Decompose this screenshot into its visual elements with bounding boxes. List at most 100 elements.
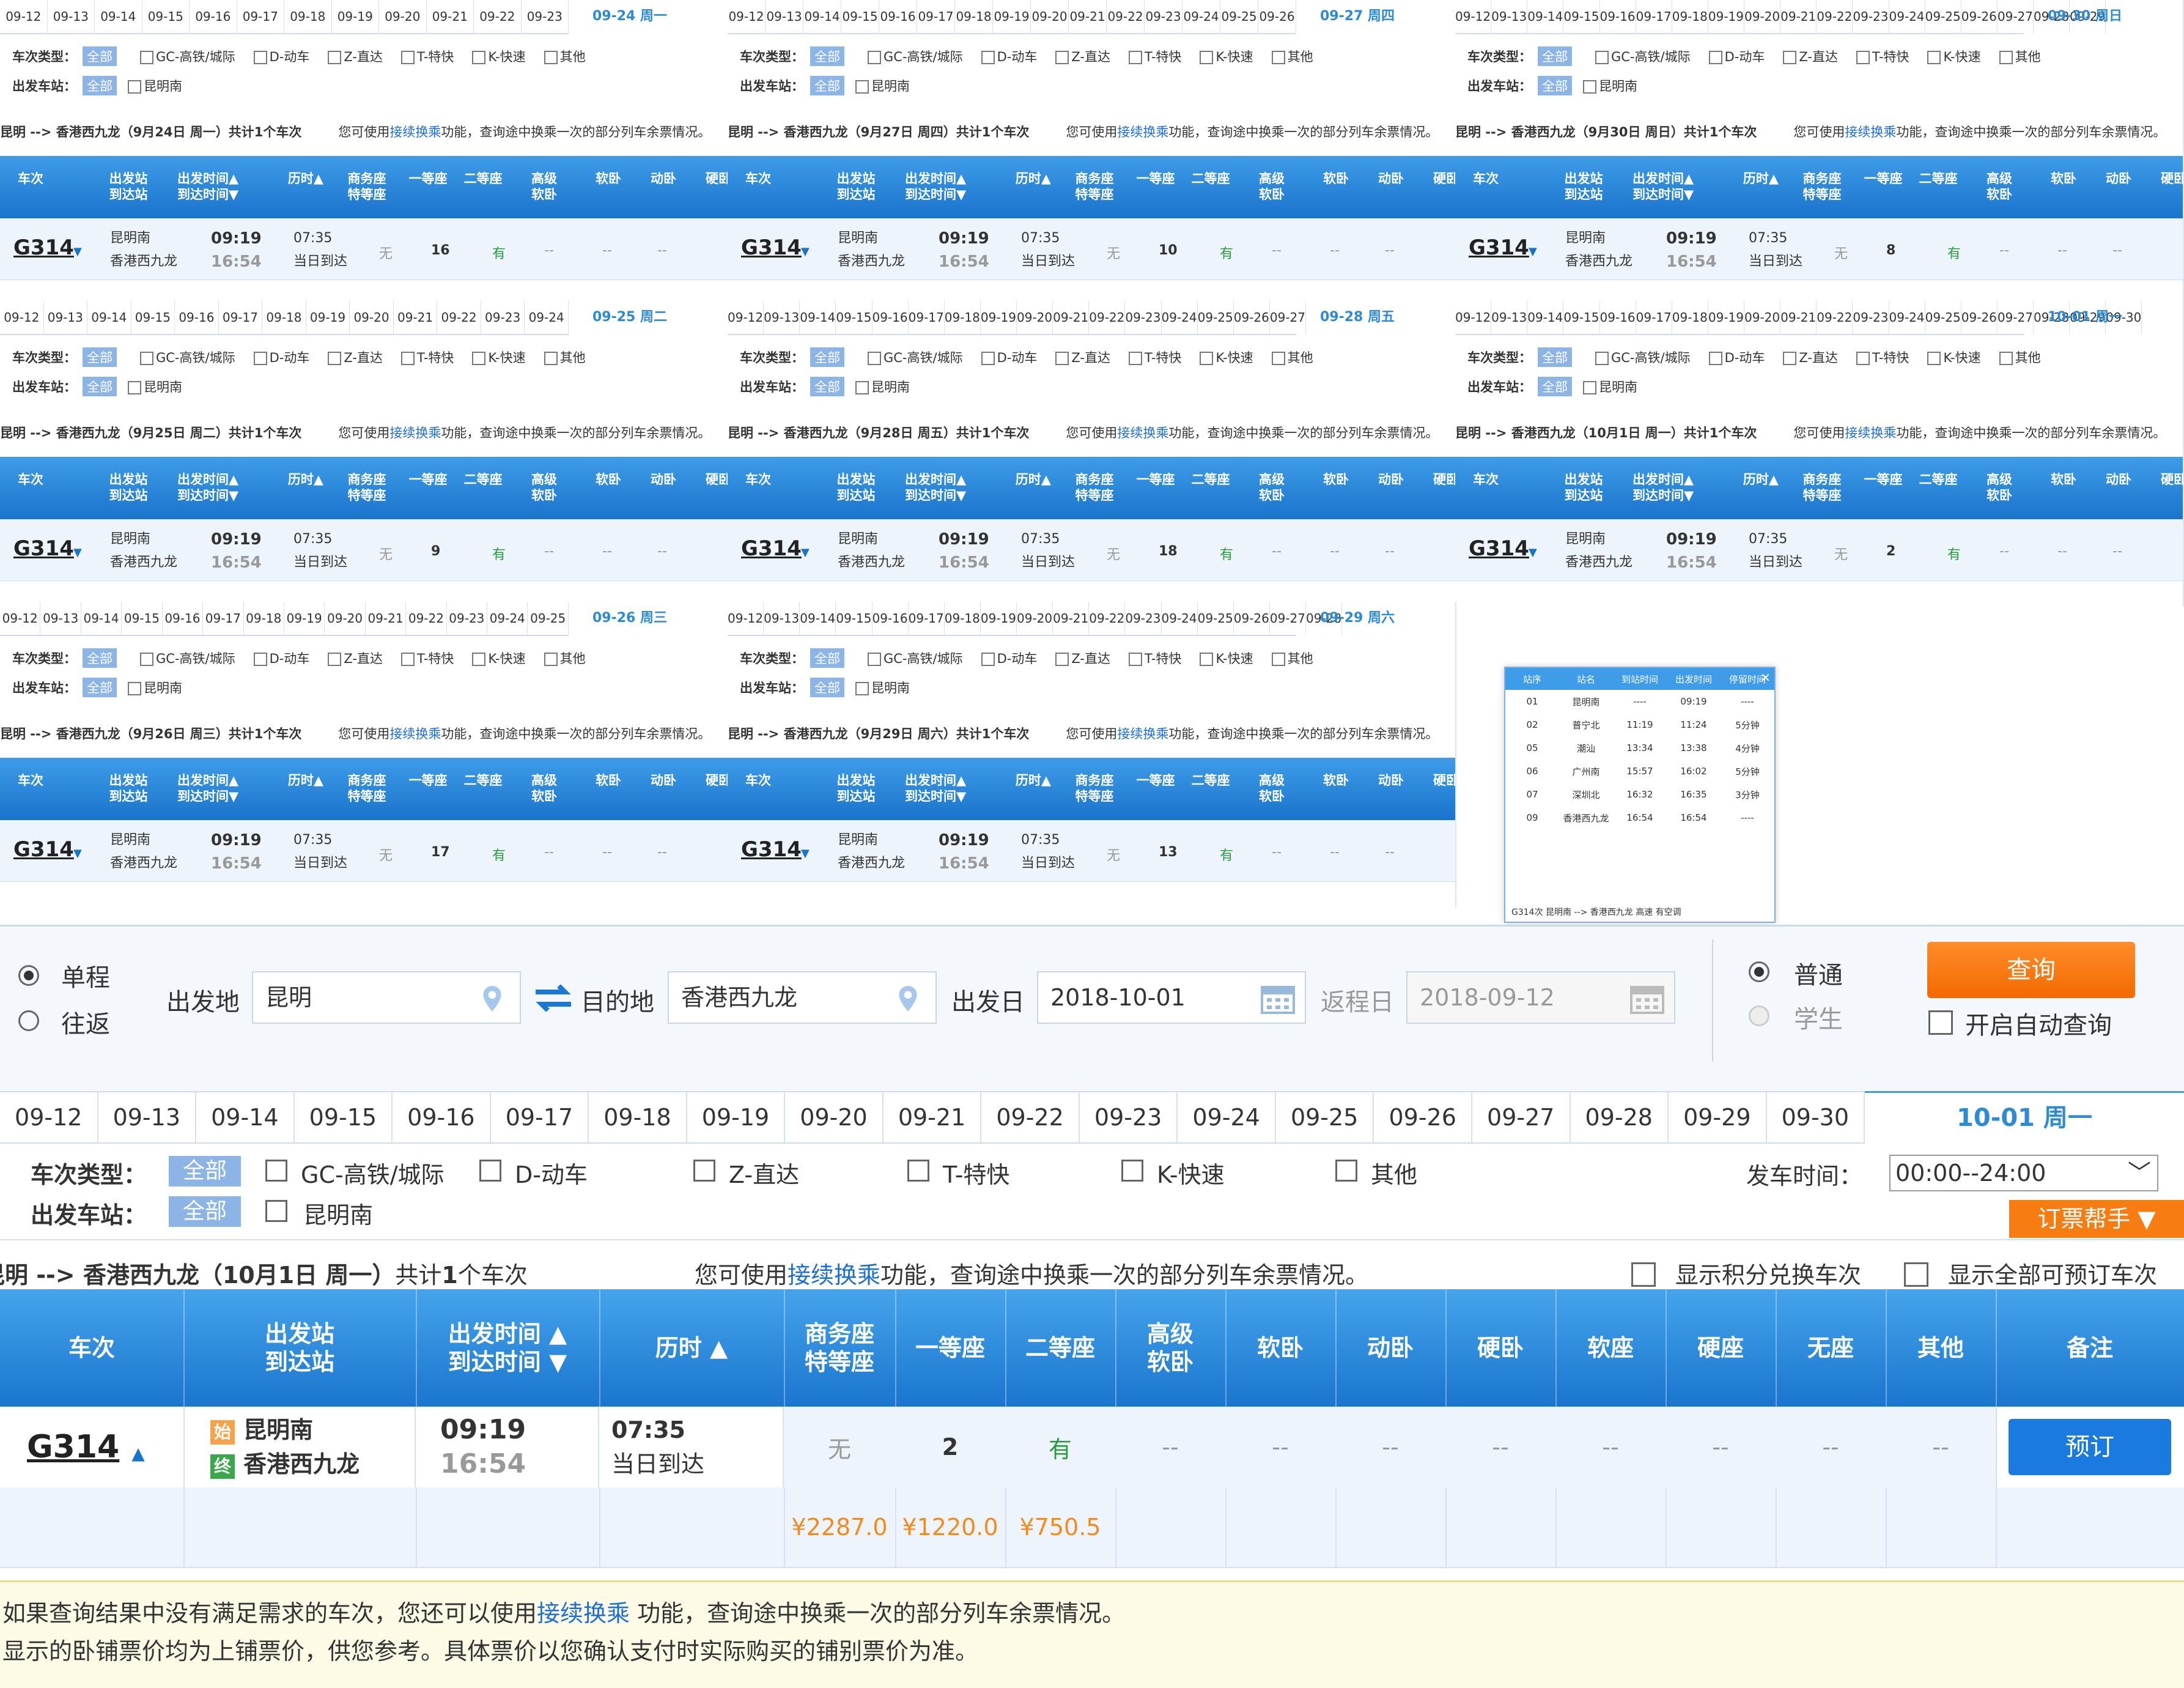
date-tab[interactable]: 09-14 [800,301,836,334]
transfer-link[interactable]: 接续换乘 [1117,426,1168,440]
date-tab-selected[interactable]: 09-28 周五 [1296,301,1418,334]
date-tab[interactable]: 09-19 [981,602,1017,635]
station-checkbox[interactable] [855,682,869,695]
date-tab[interactable]: 09-13 [764,301,800,334]
date-tab[interactable]: 09-22 [406,602,447,635]
train-type-all[interactable]: 全部 [83,347,117,367]
type-checkbox[interactable] [472,352,486,365]
date-tab[interactable]: 09-24 [1889,301,1925,334]
date-tab[interactable]: 09-27 [1472,1092,1571,1142]
date-tab[interactable]: 09-21 [1780,301,1817,334]
date-tab[interactable]: 09-26 [1961,301,1998,334]
station-checkbox[interactable] [265,1200,287,1222]
type-checkbox[interactable] [1271,653,1285,666]
type-checkbox[interactable] [140,653,153,666]
type-checkbox[interactable] [1200,51,1214,64]
type-checkbox[interactable] [1128,653,1142,666]
type-checkbox[interactable] [1856,352,1870,365]
date-tab[interactable]: 09-21 [1053,301,1090,334]
type-checkbox[interactable] [544,653,558,666]
expand-triangle-icon[interactable]: ▼ [801,847,810,860]
depart-date-input[interactable]: 2018-10-01 [1037,971,1306,1024]
date-tab[interactable]: 09-15 [122,602,163,635]
date-tab-selected[interactable]: 10-01 周一 [2024,301,2146,334]
train-number[interactable]: G314 [13,235,74,260]
train-number[interactable]: G314 [1469,235,1529,260]
type-checkbox[interactable] [1927,352,1941,365]
date-tab[interactable]: 09-17 [219,301,263,334]
train-number[interactable]: G314 [1469,536,1529,561]
date-tab[interactable]: 09-24 [1162,301,1198,334]
date-tab[interactable]: 09-25 [1198,301,1234,334]
date-tab[interactable]: 09-17 [237,0,284,33]
type-checkbox[interactable] [981,352,995,365]
date-tab[interactable]: 09-21 [366,602,407,635]
type-checkbox[interactable] [472,653,486,666]
date-tab[interactable]: 09-22 [1817,0,1853,33]
transfer-link[interactable]: 接续换乘 [389,727,441,741]
query-button[interactable]: 查询 [1927,942,2135,998]
date-tab[interactable]: 09-13 [764,602,800,635]
date-tab[interactable]: 09-18 [955,0,993,33]
station-checkbox[interactable] [855,80,869,94]
swap-icon[interactable] [533,984,574,1012]
date-tab[interactable]: 09-19 [1708,301,1744,334]
date-tab[interactable]: 09-21 [1780,0,1817,33]
date-tab[interactable]: 09-21 [427,0,474,33]
date-tab[interactable]: 09-24 [1162,602,1198,635]
date-tab[interactable]: 09-17 [491,1092,589,1142]
date-tab[interactable]: 09-28 [1571,1092,1669,1142]
date-tab[interactable]: 09-25 [1220,0,1258,33]
date-tab[interactable]: 09-26 [1374,1092,1472,1142]
transfer-link[interactable]: 接续换乘 [389,426,441,440]
date-tab[interactable]: 09-18 [945,301,981,334]
date-tab[interactable]: 09-20 [350,301,394,334]
station-checkbox[interactable] [128,80,141,94]
type-checkbox[interactable] [253,653,267,666]
date-tab[interactable]: 09-29 [1669,1092,1767,1142]
date-tab[interactable]: 09-22 [981,1092,1080,1142]
book-button[interactable]: 预订 [2009,1419,2171,1475]
date-tab[interactable]: 09-20 [1744,301,1781,334]
transfer-link[interactable]: 接续换乘 [1845,125,1896,139]
type-checkbox[interactable] [1055,51,1069,64]
date-tab[interactable]: 09-14 [95,0,142,33]
note-transfer-link[interactable]: 接续换乘 [537,1600,630,1627]
date-tab[interactable]: 09-26 [1234,301,1270,334]
date-tab[interactable]: 09-18 [589,1092,687,1142]
date-tab[interactable]: 09-18 [1672,0,1708,33]
date-tab-selected[interactable]: 09-24 周一 [569,0,691,33]
date-tab[interactable]: 09-23 [1125,602,1162,635]
date-tab[interactable]: 09-24 [1182,0,1220,33]
type-checkbox[interactable] [1927,51,1941,64]
date-tab[interactable]: 09-12 [728,0,766,33]
type-checkbox[interactable] [1128,51,1142,64]
type-checkbox[interactable] [400,51,415,64]
to-input[interactable]: 香港西九龙 [668,971,937,1024]
transfer-link[interactable]: 接续换乘 [1117,727,1168,741]
date-tab-selected[interactable]: 09-25 周二 [569,301,691,334]
date-tab[interactable]: 09-16 [163,602,204,635]
type-checkbox[interactable] [1856,51,1870,64]
date-tab[interactable]: 09-19 [981,301,1017,334]
depart-station-all[interactable]: 全部 [169,1196,241,1227]
date-tab[interactable]: 09-15 [836,602,872,635]
type-checkbox[interactable] [1200,352,1214,365]
date-tab[interactable]: 09-14 [1527,0,1564,33]
date-tab[interactable]: 09-14 [81,602,122,635]
depart-station-all[interactable]: 全部 [810,678,844,697]
depart-station-all[interactable]: 全部 [83,377,117,396]
type-checkbox[interactable] [693,1160,715,1182]
date-tab[interactable]: 09-21 [884,1092,982,1142]
transfer-link[interactable]: 接续换乘 [389,125,441,139]
date-tab[interactable]: 09-16 [190,0,237,33]
student-radio[interactable] [1749,1005,1769,1026]
date-tab[interactable]: 09-17 [909,602,945,635]
date-tab[interactable]: 09-17 [1636,0,1672,33]
roundtrip-radio[interactable] [18,1010,39,1031]
date-tab-selected[interactable]: 10-01 周一 [1865,1091,2184,1146]
date-tab[interactable]: 09-15 [142,0,190,33]
show-all-checkbox[interactable] [1904,1262,1928,1287]
expand-triangle-icon[interactable]: ▼ [1529,245,1537,258]
type-checkbox[interactable] [1335,1160,1357,1182]
